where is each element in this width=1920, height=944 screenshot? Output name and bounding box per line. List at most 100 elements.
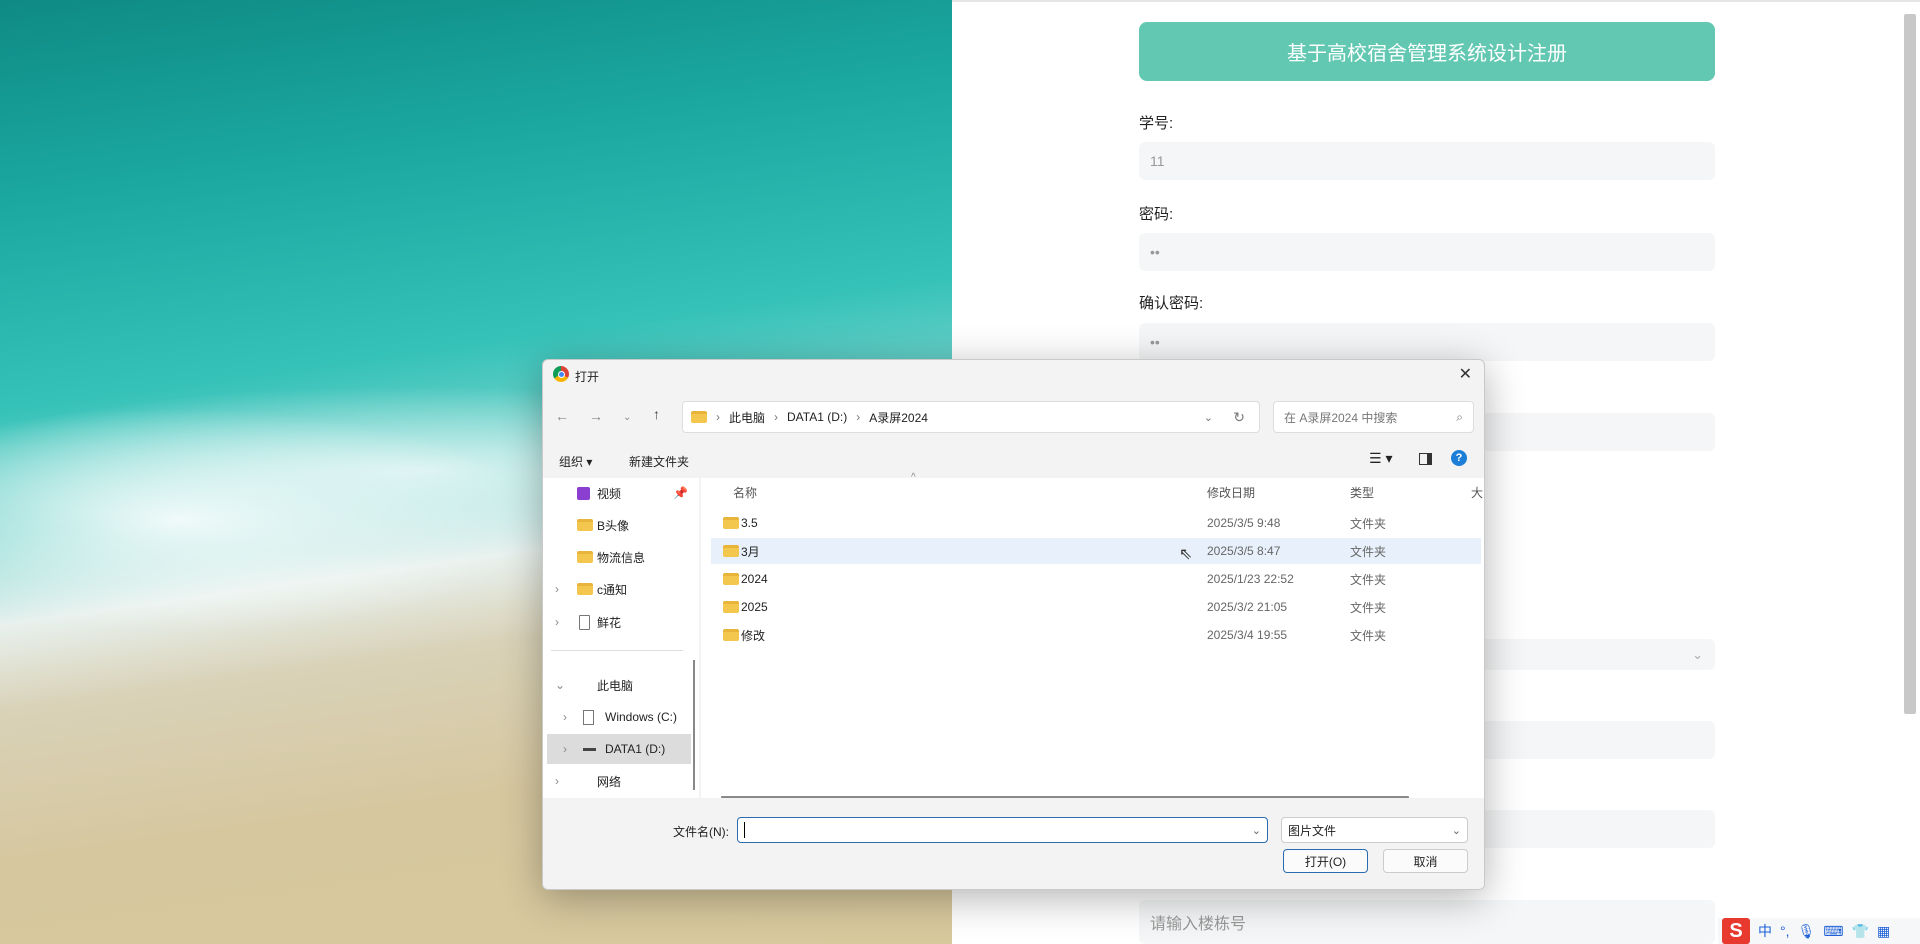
text-cursor [744,822,745,838]
breadcrumb-separator: › [856,410,861,424]
student-id-input[interactable]: 11 [1139,142,1715,180]
preview-pane-icon[interactable] [1419,453,1432,465]
navigation-pane: 视频 📌 B头像 物流信息 › c通知 › 鲜花 ⌄ 此电脑 › Windows (C:)… [543,478,699,798]
sidebar-item-notice[interactable]: › c通知 [543,574,693,604]
folder-icon [723,601,739,613]
file-name: 2025 [741,600,768,614]
sidebar-item-label: 此电脑 [597,678,634,693]
file-row[interactable]: 修改 2025/3/4 19:55 文件夹 [711,622,1481,648]
chevron-right-icon[interactable]: › [555,774,559,788]
close-icon[interactable]: ✕ [1459,364,1472,384]
column-header-name[interactable]: 名称 [733,484,757,501]
file-icon [579,614,590,630]
divider [952,0,1920,2]
dialog-footer: 文件名(N): ⌄ 图片文件 ⌄ 打开(O) 取消 [543,798,1484,889]
chevron-down-icon[interactable]: ⌄ [555,678,565,692]
sidebar-item-drive-c[interactable]: › Windows (C:) [543,702,693,732]
confirm-password-input[interactable]: •• [1139,323,1715,361]
open-button[interactable]: 打开(O) [1283,849,1368,873]
sidebar-item-flowers[interactable]: › 鲜花 [543,607,693,637]
chevron-down-icon: ⌄ [1692,647,1703,662]
column-header-size[interactable]: 大 [1471,484,1483,501]
column-header-type[interactable]: 类型 [1350,484,1374,501]
sidebar-scrollbar[interactable] [693,660,695,790]
address-dropdown-icon[interactable]: ⌄ [1204,411,1213,424]
up-icon[interactable]: ↑ [653,406,660,422]
sogou-logo-icon[interactable]: S [1722,918,1750,944]
sidebar-item-this-pc[interactable]: ⌄ 此电脑 [543,670,693,700]
dialog-title: 打开 [575,370,600,384]
folder-icon [577,583,593,595]
file-name: 3.5 [741,516,758,530]
chevron-right-icon[interactable]: › [555,615,559,629]
ime-toolbar: S 中 °, 🎙 ⌨ 👕 ▦ [1718,918,1920,944]
chevron-right-icon[interactable]: › [563,742,567,756]
sidebar-item-avatar[interactable]: B头像 [543,510,693,540]
search-icon: ⌕ [1456,409,1463,424]
search-placeholder: 在 A录屏2024 中搜索 [1284,410,1398,425]
cancel-button[interactable]: 取消 [1383,849,1468,873]
microphone-icon[interactable]: 🎙 [1798,923,1816,940]
divider [551,650,683,651]
new-folder-button[interactable]: 新建文件夹 [629,453,689,470]
sidebar-item-videos[interactable]: 视频 📌 [543,478,693,508]
mouse-cursor-icon: ⇖ [1179,546,1193,563]
drive-icon [583,747,596,751]
file-type-filter-value: 图片文件 [1288,823,1337,838]
column-header-date[interactable]: 修改日期 [1207,484,1255,501]
sidebar-item-label: 鲜花 [597,615,622,630]
file-type-filter[interactable]: 图片文件 ⌄ [1281,817,1468,843]
open-file-dialog: 打开 ✕ ← → ⌄ ↑ › 此电脑 › DATA1 (D:) › A录屏202… [542,359,1485,890]
toolbox-icon[interactable]: ▦ [1877,923,1890,940]
file-type: 文件夹 [1350,628,1387,643]
chevron-down-icon[interactable]: ⌄ [1452,824,1461,837]
ime-mode-toggle[interactable]: 中 [1758,921,1772,941]
sidebar-item-logistics[interactable]: 物流信息 [543,542,693,572]
password-input[interactable]: •• [1139,233,1715,271]
file-row[interactable]: 2024 2025/1/23 22:52 文件夹 [711,566,1481,592]
sidebar-item-label: 物流信息 [597,550,646,565]
chevron-right-icon[interactable]: › [563,710,567,724]
help-icon[interactable]: ? [1451,450,1467,466]
folder-icon [723,545,739,557]
chevron-down-icon[interactable]: ⌄ [1252,824,1261,837]
form-title-banner: 基于高校宿舍管理系统设计注册 [1139,22,1715,81]
address-bar[interactable]: › 此电脑 › DATA1 (D:) › A录屏2024 ⌄ ↻ [682,401,1260,433]
sidebar-item-label: c通知 [597,582,628,597]
student-id-label: 学号: [1139,115,1174,132]
organize-menu[interactable]: 组织 ▾ [559,453,592,470]
file-name: 修改 [741,628,766,643]
folder-icon [577,519,593,531]
sidebar-item-network[interactable]: › 网络 [543,766,693,796]
file-row[interactable]: 2025 2025/3/2 21:05 文件夹 [711,594,1481,620]
building-input[interactable]: 请输入楼栋号 [1139,900,1715,944]
view-options-icon[interactable]: ☰ ▾ [1369,450,1392,467]
file-date: 2025/3/2 21:05 [1207,600,1288,614]
folder-icon [723,573,739,585]
recent-chevron-icon[interactable]: ⌄ [623,412,631,423]
file-type: 文件夹 [1350,544,1387,559]
refresh-icon[interactable]: ↻ [1233,409,1245,426]
building-placeholder: 请输入楼栋号 [1150,916,1247,933]
filename-input[interactable]: ⌄ [737,817,1268,843]
breadcrumb-item[interactable]: DATA1 (D:) [787,410,847,424]
file-row[interactable]: 3.5 2025/3/5 9:48 文件夹 [711,510,1481,536]
file-row[interactable]: 3月 2025/3/5 8:47 文件夹 [711,538,1481,564]
skin-icon[interactable]: 👕 [1852,923,1869,940]
sort-ascending-icon: ^ [911,472,916,483]
page-scrollbar[interactable] [1904,14,1916,714]
keyboard-icon[interactable]: ⌨ [1823,923,1843,940]
chevron-right-icon[interactable]: › [555,582,559,596]
search-box[interactable]: 在 A录屏2024 中搜索 ⌕ [1273,401,1474,433]
video-icon [577,486,590,500]
sidebar-item-label: 网络 [597,774,622,789]
confirm-password-value: •• [1150,334,1160,350]
file-list: ^ 名称 修改日期 类型 大 3.5 2025/3/5 9:48 文件夹 3月 202… [701,472,1484,799]
breadcrumb-item[interactable]: 此电脑 [729,409,765,426]
forward-icon[interactable]: → [589,408,603,424]
file-date: 2025/3/4 19:55 [1207,628,1288,642]
back-icon[interactable]: ← [555,408,569,424]
breadcrumb-item[interactable]: A录屏2024 [869,409,928,426]
ime-punctuation-toggle[interactable]: °, [1780,923,1790,939]
sidebar-item-drive-d[interactable]: › DATA1 (D:) [547,734,691,764]
